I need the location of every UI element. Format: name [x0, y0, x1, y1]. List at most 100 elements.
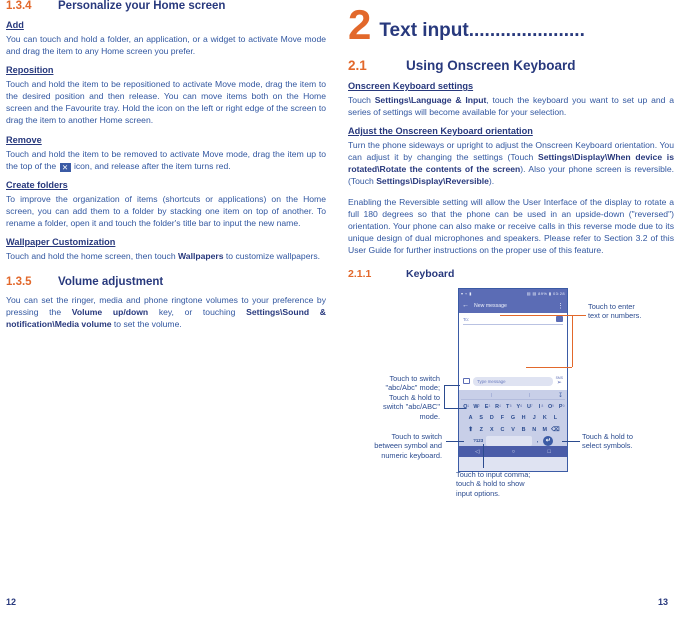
key-w-sup: 2	[477, 403, 480, 408]
shift-key-icon[interactable]: ⬆	[466, 425, 476, 435]
symbols-callout-line2: select symbols.	[582, 441, 633, 451]
send-button[interactable]: SMS ➢	[556, 376, 563, 386]
section211-number: 2.1.1	[348, 268, 372, 281]
key-j[interactable]: J	[529, 413, 539, 423]
message-input[interactable]: Type message	[473, 376, 553, 386]
comma-callout-line1: Touch to input comma;	[456, 470, 531, 480]
attach-icon[interactable]	[463, 378, 470, 385]
microphone-icon[interactable]: ↧	[558, 392, 563, 399]
volume-text-3: to set the volume.	[111, 319, 182, 330]
key-o-sup: 9	[552, 403, 554, 408]
remove-text-after: icon, and release after the item turns r…	[71, 160, 231, 171]
key-w[interactable]: 2W	[471, 402, 481, 412]
symnum-callout-line2: between symbol and	[374, 441, 442, 451]
chapter-title-text: Text input	[379, 20, 469, 41]
subheading-adjust-orientation: Adjust the Onscreen Keyboard orientation	[348, 126, 533, 137]
key-f[interactable]: F	[498, 413, 508, 423]
key-b[interactable]: B	[519, 425, 529, 435]
key-v[interactable]: V	[508, 425, 518, 435]
left-page-column: 1.3.4 Personalize your Home screen Add Y…	[6, 0, 326, 338]
paragraph-remove: Touch and hold the item to be removed to…	[6, 148, 326, 172]
back-arrow-icon[interactable]: ←	[462, 302, 469, 309]
section-heading-1-3-4: 1.3.4 Personalize your Home screen	[6, 0, 326, 12]
key-i[interactable]: 8I	[535, 402, 545, 412]
abc-callout-line3: Touch & hold to	[389, 392, 440, 402]
keyboard-row-1: 1Q 2W 3E 4R 5T 6Y 7U 8I 9O 0P	[461, 402, 565, 412]
key-t-sup: 5	[509, 403, 512, 408]
subheading-remove: Remove	[6, 134, 42, 145]
symnum-callout-line1: Touch to switch	[391, 432, 442, 442]
abc-mode-callout: Touch to switch "abc/Abc" mode; Touch & …	[348, 374, 440, 421]
paragraph-add: You can touch and hold a folder, an appl…	[6, 34, 326, 57]
ks-text-1: Touch	[348, 95, 375, 105]
key-y-sup: 6	[520, 403, 523, 408]
key-q-sup: 1	[467, 403, 470, 408]
enter-text-callout-line1: Touch to enter	[588, 302, 635, 312]
key-n[interactable]: N	[529, 425, 539, 435]
key-e[interactable]: 3E	[482, 402, 492, 412]
keyboard-row-3: ⬆ Z X C V B N M ⌫	[461, 425, 565, 435]
leader-abc-v	[444, 385, 445, 409]
key-c[interactable]: C	[498, 425, 508, 435]
key-m[interactable]: M	[540, 425, 550, 435]
key-a[interactable]: A	[466, 413, 476, 423]
subheading-onscreen-keyboard-settings: Onscreen Keyboard settings	[348, 81, 474, 91]
enter-key[interactable]: ↵	[543, 436, 554, 447]
phone-app-bar: ← New message ⋮	[459, 298, 567, 314]
nav-recent-icon[interactable]: □	[547, 449, 550, 455]
keyboard-row-4: ?123 , ↵	[461, 436, 565, 447]
leader-abc-h2	[444, 385, 460, 387]
leader-enter-text-stub	[572, 315, 586, 317]
leader-enter-text-h2	[526, 367, 572, 369]
add-contact-icon[interactable]	[556, 316, 563, 323]
or-bold-2: Settings\Display\Reversible	[376, 176, 489, 187]
key-p[interactable]: 0P	[556, 402, 566, 412]
key-z[interactable]: Z	[476, 425, 486, 435]
wallpapers-bold: Wallpapers	[178, 251, 224, 262]
nav-home-icon[interactable]: ○	[512, 449, 515, 455]
page-number-left: 12	[6, 597, 17, 607]
nav-back-icon[interactable]: ◁	[475, 449, 479, 455]
recipient-row[interactable]: To:	[463, 316, 563, 326]
paragraph-volume: You can set the ringer, media and phone …	[6, 294, 326, 330]
chapter-header: 2 Text input......................	[348, 0, 674, 46]
enter-text-callout-line2: text or numbers.	[588, 311, 642, 321]
key-g[interactable]: G	[508, 413, 518, 423]
key-r[interactable]: 4R	[492, 402, 502, 412]
space-key[interactable]	[485, 436, 532, 447]
key-o[interactable]: 9O	[545, 402, 555, 412]
backspace-key-icon[interactable]: ⌫	[551, 425, 561, 435]
key-t[interactable]: 5T	[503, 402, 513, 412]
select-symbols-callout: Touch & hold to select symbols.	[582, 432, 672, 451]
key-e-sup: 3	[488, 403, 491, 408]
key-q[interactable]: 1Q	[461, 402, 471, 412]
section-title: Personalize your Home screen	[58, 0, 226, 12]
key-l[interactable]: L	[551, 413, 561, 423]
volume-bold-1: Volume up/down	[71, 307, 149, 318]
key-y[interactable]: 6Y	[514, 402, 524, 412]
key-s[interactable]: S	[476, 413, 486, 423]
paragraph-keyboard-settings: Touch Settings\Language & Input, touch t…	[348, 94, 674, 118]
key-u[interactable]: 7U	[524, 402, 534, 412]
leader-symnum-h	[446, 441, 464, 443]
suggestion-divider-1	[491, 393, 492, 398]
suggestion-strip[interactable]: ↧	[461, 391, 565, 401]
comma-key[interactable]: ,	[533, 436, 543, 446]
overflow-menu-icon[interactable]: ⋮	[557, 302, 564, 310]
app-bar-title: New message	[474, 302, 507, 309]
section211-title: Keyboard	[406, 268, 455, 281]
key-x[interactable]: X	[487, 425, 497, 435]
symbol-numeric-callout: Touch to switch between symbol and numer…	[348, 432, 442, 460]
status-left-icons: ▾ ⌁ ▮	[461, 291, 472, 297]
phone-nav-bar: ◁ ○ □	[459, 446, 567, 458]
close-x-icon: ✕	[59, 162, 71, 172]
key-k[interactable]: K	[540, 413, 550, 423]
key-d[interactable]: D	[487, 413, 497, 423]
paragraph-orientation: Turn the phone sideways or upright to ad…	[348, 139, 674, 187]
paragraph-create-folders: To improve the organization of items (sh…	[6, 193, 326, 228]
subheading-wallpaper-customization: Wallpaper Customization	[6, 237, 116, 248]
abc-callout-line4: switch "abc/ABC"	[383, 402, 440, 412]
subheading-reposition: Reposition	[6, 65, 54, 76]
key-h[interactable]: H	[519, 413, 529, 423]
abc-callout-line5: mode.	[419, 411, 440, 421]
